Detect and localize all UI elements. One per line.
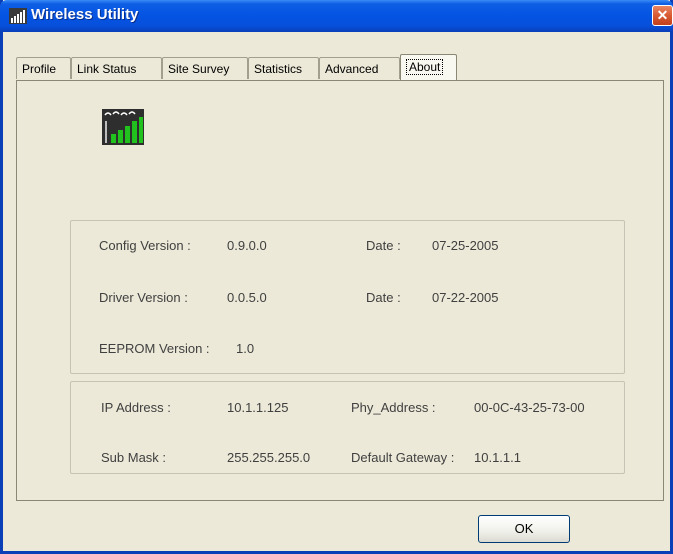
close-icon: ✕ [656,7,669,23]
sub-mask-label: Sub Mask : [101,450,167,465]
ip-address-value: 10.1.1.125 [227,400,289,415]
phy-address-value: 00-0C-43-25-73-00 [474,400,585,415]
phy-address-label: Phy_Address : [351,400,436,415]
tab-advanced[interactable]: Advanced [319,57,400,79]
driver-version-label: Driver Version : [99,290,188,305]
config-version-value: 0.9.0.0 [227,238,267,253]
eeprom-version-label: EEPROM Version : [99,341,210,356]
config-date-value: 07-25-2005 [432,238,499,253]
driver-version-value: 0.0.5.0 [227,290,267,305]
tab-profile[interactable]: Profile [16,57,71,79]
config-version-label: Config Version : [99,238,191,253]
wireless-app-icon [9,8,27,24]
tab-link-status[interactable]: Link Status [71,57,162,79]
ip-address-label: IP Address : [101,400,171,415]
tab-statistics[interactable]: Statistics [248,57,319,79]
window-title: Wireless Utility [31,6,139,23]
tab-site-survey[interactable]: Site Survey [162,57,248,79]
default-gateway-label: Default Gateway : [351,450,455,465]
wireless-utility-window: Wireless Utility ✕ Profile Link Status S… [0,0,673,554]
tab-about-label: About [406,59,444,75]
wireless-signal-icon [102,109,144,145]
title-bar[interactable]: Wireless Utility ✕ [0,0,673,32]
sub-mask-value: 255.255.255.0 [227,450,311,465]
ok-button[interactable]: OK [478,515,570,543]
close-button[interactable]: ✕ [652,5,673,26]
driver-date-label: Date : [366,290,401,305]
tab-about[interactable]: About [400,54,457,80]
config-date-label: Date : [366,238,401,253]
eeprom-version-value: 1.0 [236,341,255,356]
default-gateway-value: 10.1.1.1 [474,450,521,465]
driver-date-value: 07-22-2005 [432,290,499,305]
